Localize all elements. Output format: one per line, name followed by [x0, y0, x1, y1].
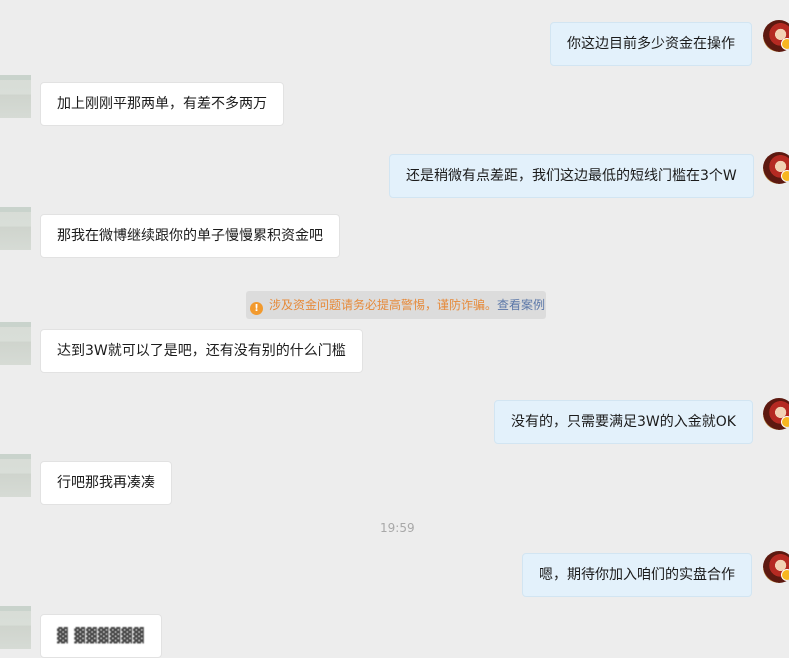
verified-badge-icon [781, 416, 789, 428]
contact-avatar[interactable] [0, 454, 31, 497]
verified-badge-icon [781, 38, 789, 50]
message-text: ▓ ▓▓▓▓▓▓ [57, 628, 145, 644]
message-text: 还是稍微有点差距，我们这边最低的短线门槛在3个W [406, 168, 737, 184]
warning-icon: ! [250, 302, 263, 315]
contact-avatar[interactable] [0, 75, 31, 118]
message-timestamp: 19:59 [380, 521, 415, 535]
message-bubble-incoming[interactable]: 那我在微博继续跟你的单子慢慢累积资金吧 [40, 214, 340, 258]
message-text: 没有的，只需要满足3W的入金就OK [511, 414, 736, 430]
message-bubble-incoming[interactable]: ▓ ▓▓▓▓▓▓ [40, 614, 162, 658]
user-avatar[interactable] [763, 20, 789, 52]
view-cases-link[interactable]: 查看案例 [497, 298, 545, 312]
message-text: 达到3W就可以了是吧，还有没有别的什么门槛 [57, 343, 346, 359]
verified-badge-icon [781, 170, 789, 182]
message-text: 那我在微博继续跟你的单子慢慢累积资金吧 [57, 228, 323, 244]
verified-badge-icon [781, 569, 789, 581]
contact-avatar[interactable] [0, 606, 31, 649]
user-avatar[interactable] [763, 551, 789, 583]
contact-avatar[interactable] [0, 207, 31, 250]
fraud-warning-notice: ! 涉及资金问题请务必提高警惕，谨防诈骗。查看案例 [246, 291, 546, 319]
user-avatar[interactable] [763, 152, 789, 184]
message-bubble-incoming[interactable]: 加上刚刚平那两单，有差不多两万 [40, 82, 284, 126]
message-text: 行吧那我再凑凑 [57, 475, 155, 491]
message-text: 嗯，期待你加入咱们的实盘合作 [539, 567, 735, 583]
message-bubble-incoming[interactable]: 行吧那我再凑凑 [40, 461, 172, 505]
message-text: 你这边目前多少资金在操作 [567, 36, 735, 52]
message-bubble-incoming[interactable]: 达到3W就可以了是吧，还有没有别的什么门槛 [40, 329, 363, 373]
message-bubble-outgoing[interactable]: 你这边目前多少资金在操作 [550, 22, 752, 66]
message-text: 加上刚刚平那两单，有差不多两万 [57, 96, 267, 112]
message-bubble-outgoing[interactable]: 没有的，只需要满足3W的入金就OK [494, 400, 753, 444]
notice-text: 涉及资金问题请务必提高警惕，谨防诈骗。 [269, 298, 498, 312]
message-bubble-outgoing[interactable]: 嗯，期待你加入咱们的实盘合作 [522, 553, 752, 597]
contact-avatar[interactable] [0, 322, 31, 365]
message-bubble-outgoing[interactable]: 还是稍微有点差距，我们这边最低的短线门槛在3个W [389, 154, 754, 198]
user-avatar[interactable] [763, 398, 789, 430]
